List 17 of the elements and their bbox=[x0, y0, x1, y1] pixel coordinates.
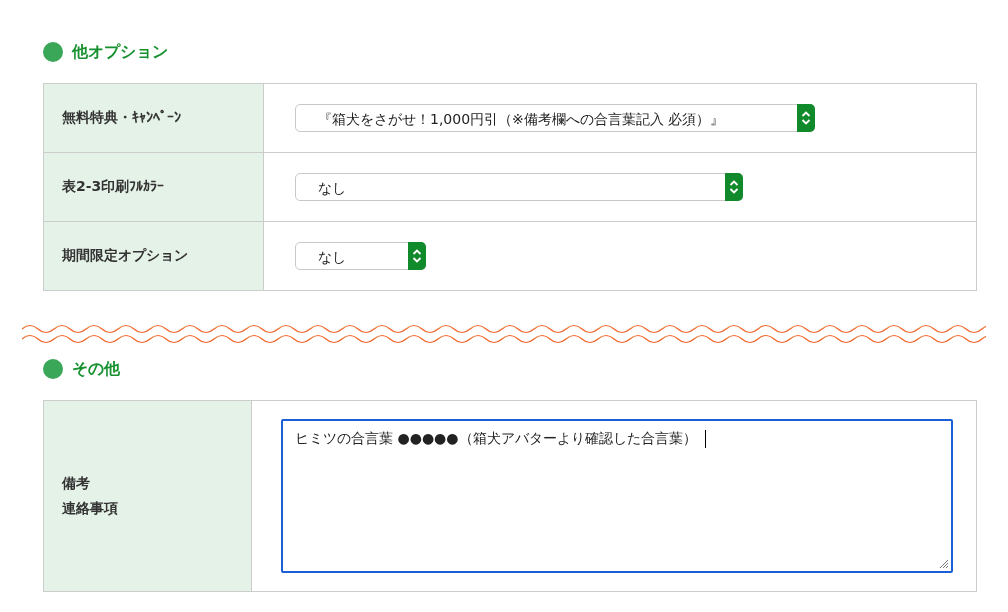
dropdown[interactable]: なし bbox=[295, 242, 426, 270]
text-area[interactable]: ヒミツの合言葉 ●●●●●（箱犬アバターより確認した合言葉） bbox=[281, 419, 953, 573]
dropdown[interactable]: なし bbox=[295, 173, 743, 201]
field-label: 備考 bbox=[62, 474, 91, 493]
chevron-up-down-icon bbox=[412, 248, 422, 264]
chevron-up-down-icon bbox=[729, 179, 739, 195]
field-label: 無料特典・ｷｬﾝﾍﾟｰﾝ bbox=[62, 109, 181, 125]
bullet-icon bbox=[43, 42, 63, 62]
bullet-icon bbox=[43, 359, 63, 379]
resize-grip-icon bbox=[937, 557, 949, 569]
field-label: 表2-3印刷ﾌﾙｶﾗｰ bbox=[62, 178, 165, 194]
field-label: 期間限定オプション bbox=[62, 247, 188, 263]
dropdown[interactable]: 『箱犬をさがせ！1,000円引（※備考欄への合言葉記入 必須）』 bbox=[295, 104, 815, 132]
section-heading: その他 bbox=[72, 358, 120, 380]
field-label: 連絡事項 bbox=[62, 499, 119, 518]
chevron-up-down-icon bbox=[801, 110, 811, 126]
section-heading: 他オプション bbox=[72, 41, 168, 63]
